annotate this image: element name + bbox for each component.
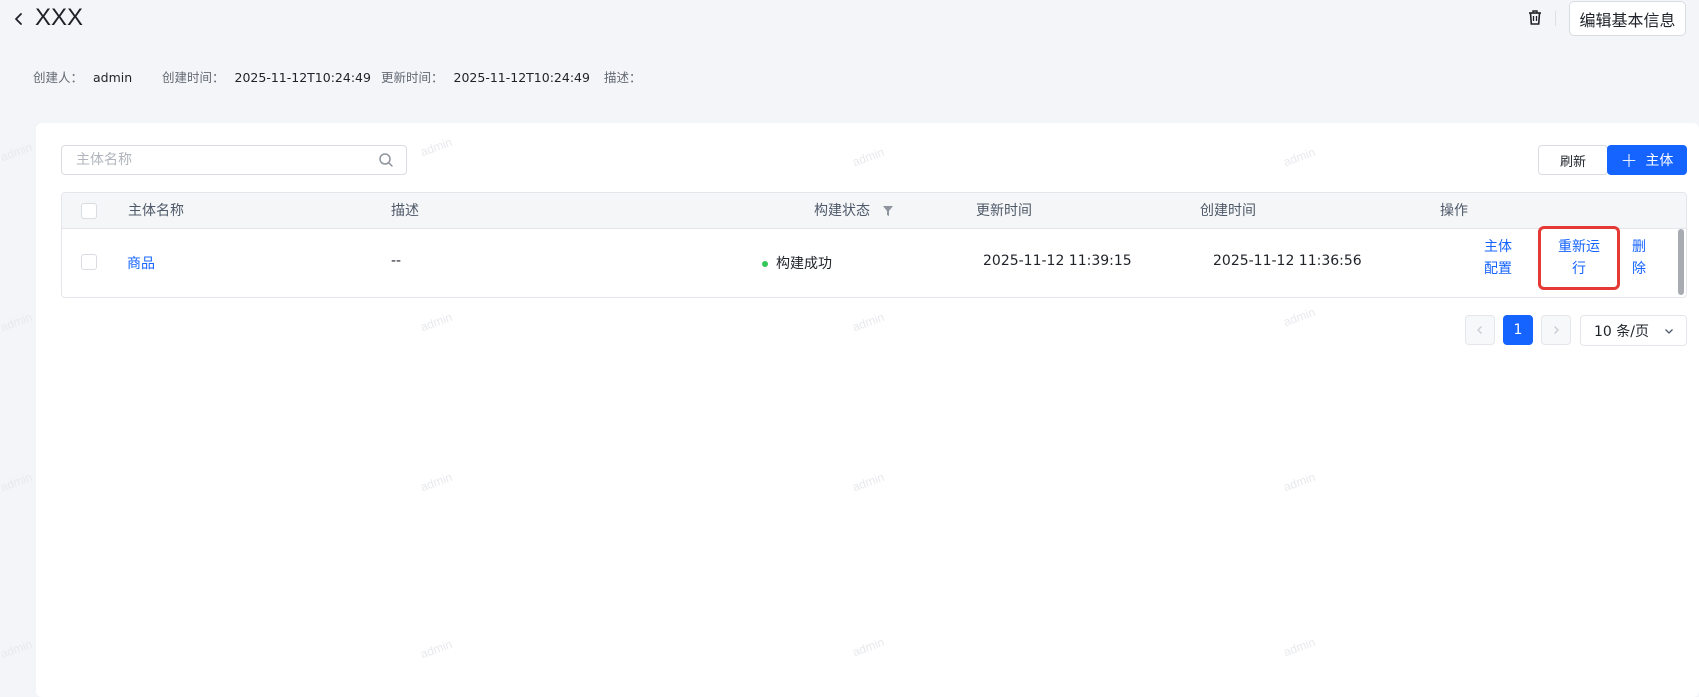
watermark: admin	[0, 469, 35, 495]
prev-page-button[interactable]	[1465, 315, 1495, 345]
table-header: 主体名称 描述 构建状态 更新时间 创建时间 操作	[62, 193, 1686, 229]
creator-meta: 创建人： admin	[33, 67, 132, 86]
filter-icon[interactable]	[882, 205, 894, 217]
trash-icon[interactable]	[1527, 9, 1543, 26]
chevron-left-icon	[1477, 326, 1482, 334]
page-header: XXX 编辑基本信息	[0, 0, 1699, 40]
column-header-created: 创建时间	[1200, 203, 1256, 219]
entity-name-link[interactable]: 商品	[127, 253, 155, 273]
next-page-button[interactable]	[1541, 315, 1571, 345]
creator-label: 创建人：	[33, 70, 84, 85]
entity-config-action[interactable]: 主体配置	[1483, 236, 1513, 280]
back-arrow-icon[interactable]	[12, 9, 26, 29]
status-text: 构建成功	[776, 256, 832, 272]
row-checkbox[interactable]	[81, 254, 97, 270]
column-header-name: 主体名称	[128, 203, 184, 219]
refresh-button[interactable]: 刷新	[1538, 145, 1608, 175]
description-meta: 描述：	[604, 67, 652, 86]
entity-description: --	[391, 253, 402, 269]
watermark: admin	[0, 139, 35, 165]
status-dot-icon	[762, 261, 768, 267]
search-box	[61, 145, 407, 175]
rerun-action[interactable]: 重新运行	[1557, 236, 1601, 280]
chevron-right-icon	[1554, 326, 1559, 334]
created-time: 2025-11-12 11:36:56	[1213, 253, 1362, 269]
page-size-value: 10 条/页	[1594, 323, 1649, 340]
created-time-value: 2025-11-12T10:24:49	[234, 70, 371, 85]
edit-basic-info-button[interactable]: 编辑基本信息	[1569, 1, 1686, 36]
delete-action[interactable]: 删除	[1631, 236, 1647, 280]
watermark: admin	[0, 636, 35, 662]
chevron-down-icon	[1665, 329, 1673, 334]
updated-time-value: 2025-11-12T10:24:49	[453, 70, 590, 85]
watermark: admin	[0, 309, 35, 335]
table-scrollbar[interactable]	[1678, 229, 1684, 295]
description-label: 描述：	[604, 70, 642, 85]
creator-value: admin	[93, 70, 133, 85]
search-icon[interactable]	[378, 152, 394, 168]
page-1-button[interactable]: 1	[1503, 315, 1533, 345]
created-time-meta: 创建时间： 2025-11-12T10:24:49	[162, 67, 371, 86]
updated-time-meta: 更新时间： 2025-11-12T10:24:49	[381, 67, 590, 86]
column-header-description: 描述	[391, 203, 419, 219]
column-header-actions: 操作	[1440, 203, 1468, 219]
search-input[interactable]	[62, 146, 362, 174]
updated-time: 2025-11-12 11:39:15	[983, 253, 1132, 269]
entity-table: 主体名称 描述 构建状态 更新时间 创建时间 操作 商品 -- 构建成功 202…	[61, 192, 1687, 298]
plus-icon: +	[1620, 148, 1638, 172]
updated-time-label: 更新时间：	[381, 70, 444, 85]
column-header-status: 构建状态	[814, 203, 870, 219]
page-size-select[interactable]: 10 条/页	[1580, 315, 1687, 346]
add-entity-button[interactable]: + 主体	[1607, 145, 1687, 175]
header-divider	[1555, 11, 1556, 26]
add-entity-label: 主体	[1645, 153, 1674, 169]
table-row: 商品 -- 构建成功 2025-11-12 11:39:15 2025-11-1…	[62, 230, 1686, 297]
select-all-checkbox[interactable]	[81, 203, 97, 219]
created-time-label: 创建时间：	[162, 70, 225, 85]
page-title: XXX	[35, 4, 84, 31]
status-badge: 构建成功	[762, 253, 832, 273]
page: XXX 编辑基本信息 创建人： admin 创建时间： 2025-11-12T10:…	[0, 0, 1699, 697]
column-header-updated: 更新时间	[976, 203, 1032, 219]
